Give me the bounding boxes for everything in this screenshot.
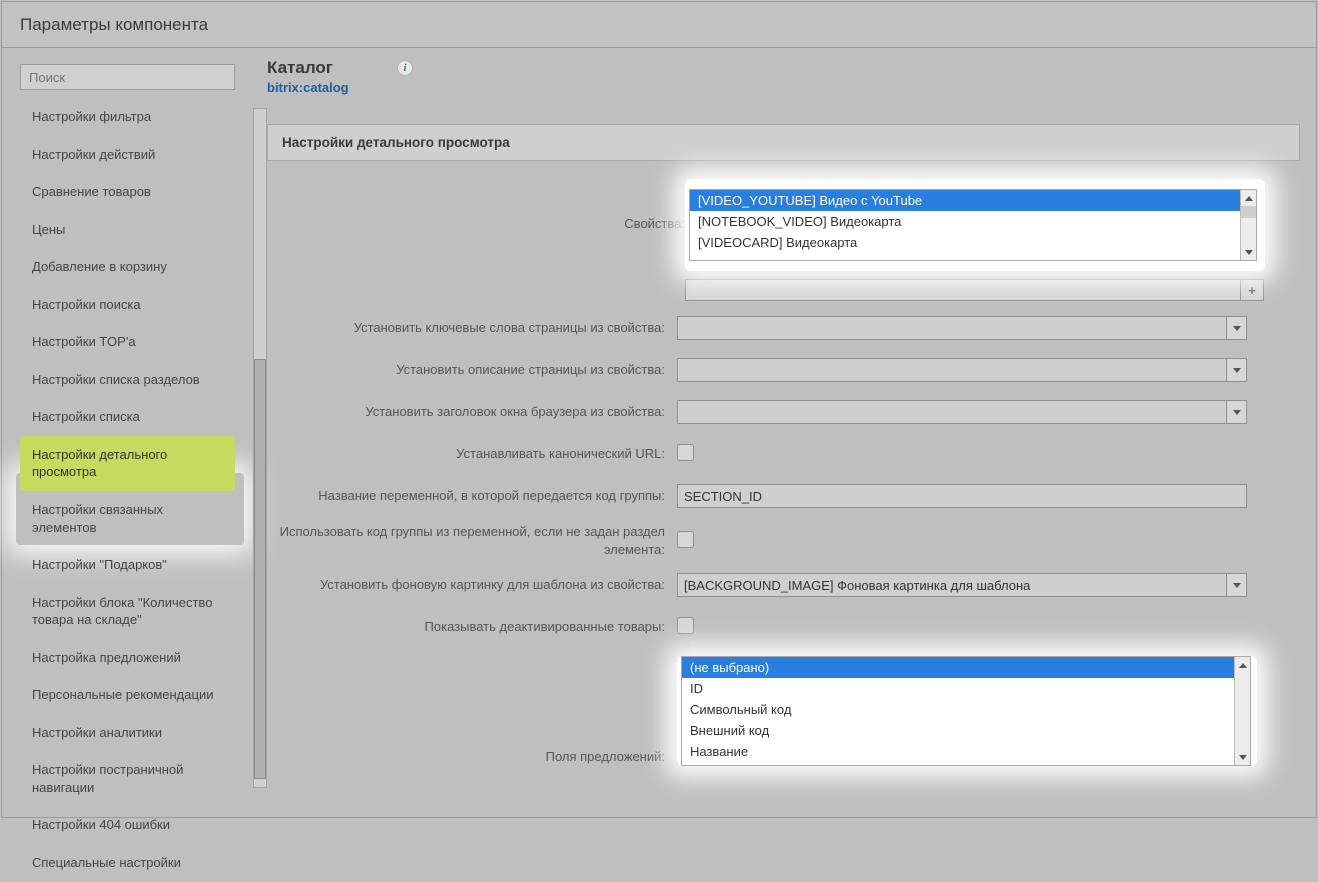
component-code: bitrix:catalog [267,80,1300,95]
label-meta-description: Установить описание страницы из свойства… [267,361,677,379]
properties-listbox[interactable]: [VIDEO_YOUTUBE] Видео с YouTube [NOTEBOO… [689,189,1257,261]
component-header: Каталог i bitrix:catalog [267,58,1300,106]
scroll-down-icon[interactable] [1235,749,1250,765]
chevron-down-icon [1226,574,1246,596]
sidebar-item[interactable]: Настройки TOP'а [20,323,235,361]
offer-fields-highlight: (не выбрано) ID Символьный код Внешний к… [677,656,1257,766]
listbox-scrollbar[interactable] [1240,190,1256,260]
add-property-button[interactable]: + [1240,279,1264,301]
scroll-down-icon[interactable] [1241,244,1256,260]
sidebar-item[interactable]: Настройки списка [20,398,235,436]
sidebar-item[interactable]: Настройки поиска [20,286,235,324]
scroll-thumb[interactable] [1241,206,1256,218]
sidebar-item[interactable]: Настройки связанных элементов [20,491,235,546]
sidebar-item[interactable]: Настройки "Подарков" [20,546,235,584]
list-option-selected[interactable]: (не выбрано) [682,657,1250,678]
sidebar-item[interactable]: Цены [20,211,235,249]
label-deactivated: Показывать деактивированные товары: [267,618,677,636]
offer-fields-listbox[interactable]: (не выбрано) ID Символьный код Внешний к… [681,656,1251,766]
section-var-input[interactable] [677,484,1247,508]
list-option[interactable]: [NOTEBOOK_VIDEO] Видеокарта [690,211,1256,232]
meta-description-select[interactable] [677,358,1247,382]
label-use-code: Использовать код группы из переменной, е… [267,523,677,558]
sidebar-item-active[interactable]: Настройки детального просмотра [20,436,235,491]
sidebar-item[interactable]: Настройки постраничной навигации [20,751,235,806]
main-pane: Каталог i bitrix:catalog Настройки детал… [257,48,1316,817]
sidebar-item[interactable]: Персональные рекомендации [20,676,235,714]
section-header: Настройки детального просмотра [267,124,1300,161]
component-title: Каталог [267,58,1300,78]
sidebar-item[interactable]: Специальные настройки [20,844,235,882]
list-option-selected[interactable]: [VIDEO_YOUTUBE] Видео с YouTube [690,190,1256,211]
listbox-scrollbar[interactable] [1234,657,1250,765]
bg-image-select[interactable]: [BACKGROUND_IMAGE] Фоновая картинка для … [677,573,1247,597]
window-title: Параметры компонента [20,15,208,35]
sidebar-item[interactable]: Настройки 404 ошибки [20,806,235,844]
browser-title-select[interactable] [677,400,1247,424]
label-browser-title: Установить заголовок окна браузера из св… [267,403,677,421]
sidebar-item[interactable]: Настройка предложений [20,639,235,677]
label-canonical: Устанавливать канонический URL: [267,445,677,463]
window-frame: Параметры компонента Настройки фильтра Н… [1,1,1317,818]
meta-keywords-select[interactable] [677,316,1247,340]
sidebar: Настройки фильтра Настройки действий Сра… [2,48,257,817]
label-meta-keywords: Установить ключевые слова страницы из св… [267,319,677,337]
list-option[interactable]: Символьный код [682,699,1250,720]
form: Свойства: [VIDEO_YOUTUBE] Видео с YouTub… [267,161,1300,772]
use-code-checkbox[interactable] [677,531,694,548]
list-option[interactable]: ID [682,678,1250,699]
sidebar-item[interactable]: Настройки блока "Количество товара на ск… [20,584,235,639]
sidebar-item[interactable]: Сравнение товаров [20,173,235,211]
list-option[interactable]: [VIDEOCARD] Видеокарта [690,232,1256,253]
bg-image-value: [BACKGROUND_IMAGE] Фоновая картинка для … [684,578,1030,593]
label-offer-fields: Поля предложений: [267,656,677,766]
sidebar-item[interactable]: Настройки аналитики [20,714,235,752]
sidebar-scroll: Настройки фильтра Настройки действий Сра… [20,98,247,882]
scroll-up-icon[interactable] [1241,190,1256,206]
canonical-checkbox[interactable] [677,444,694,461]
label-bg-image: Установить фоновую картинку для шаблона … [267,576,677,594]
chevron-down-icon [1226,359,1246,381]
sidebar-item[interactable]: Настройки действий [20,136,235,174]
properties-extra-input[interactable] [685,279,1241,301]
chevron-down-icon [1226,317,1246,339]
body: Настройки фильтра Настройки действий Сра… [2,48,1316,817]
title-bar: Параметры компонента [2,2,1316,48]
label-section-var: Название переменной, в которой передаетс… [267,487,677,505]
properties-highlight: [VIDEO_YOUTUBE] Видео с YouTube [NOTEBOO… [685,179,1265,271]
label-properties: Свойства: [267,179,685,233]
list-option[interactable]: Внешний код [682,720,1250,741]
sidebar-item[interactable]: Настройки списка разделов [20,361,235,399]
scroll-up-icon[interactable] [1235,657,1250,673]
list-option[interactable]: Название [682,741,1250,762]
sidebar-item[interactable]: Настройки фильтра [20,98,235,136]
sidebar-item[interactable]: Добавление в корзину [20,248,235,286]
chevron-down-icon [1226,401,1246,423]
search-input[interactable] [20,64,235,90]
info-icon[interactable]: i [397,60,413,76]
sidebar-list: Настройки фильтра Настройки действий Сра… [20,98,235,882]
deactivated-checkbox[interactable] [677,617,694,634]
